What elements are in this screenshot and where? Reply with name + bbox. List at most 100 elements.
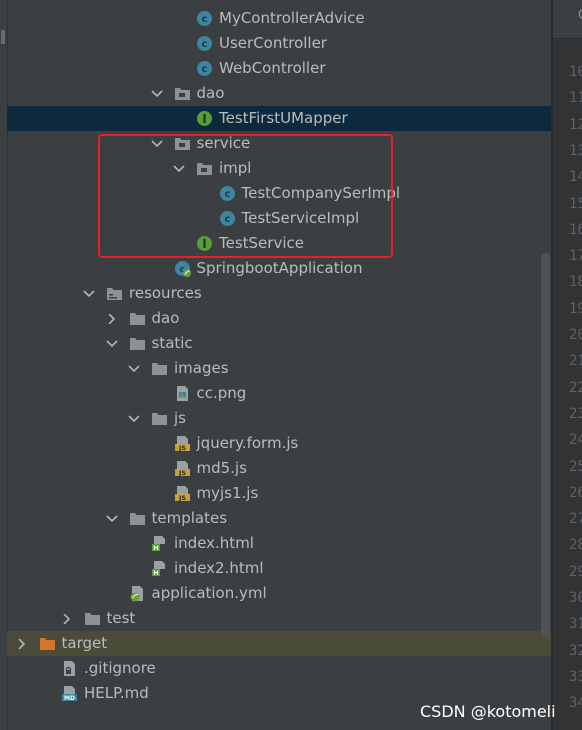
tree-row[interactable]: JS myjs1.js bbox=[7, 481, 551, 506]
svg-text:H: H bbox=[153, 569, 158, 577]
tree-row[interactable]: TestService bbox=[7, 231, 551, 256]
folder-icon bbox=[84, 610, 101, 627]
html-file-icon: H bbox=[151, 560, 168, 577]
line-number: 14 bbox=[569, 169, 582, 186]
js-file-icon: JS bbox=[174, 485, 191, 502]
tree-row-label: jquery.form.js bbox=[196, 434, 299, 452]
line-number: 23 bbox=[569, 405, 582, 422]
tree-row[interactable]: impl bbox=[7, 156, 551, 181]
line-number: 26 bbox=[569, 484, 582, 501]
svg-text:JS: JS bbox=[177, 469, 185, 477]
svg-text:c: c bbox=[224, 214, 230, 225]
chevron-down-icon[interactable] bbox=[128, 356, 140, 381]
project-tree[interactable]: c MyControllerAdvice c UserController c WebCo… bbox=[7, 6, 551, 706]
line-number: 34 bbox=[569, 695, 582, 712]
tree-row[interactable]: templates bbox=[7, 506, 551, 531]
chevron-down-icon[interactable] bbox=[150, 131, 163, 156]
tree-row-label: UserController bbox=[219, 34, 327, 52]
tree-row[interactable]: Hindex.html bbox=[7, 531, 551, 556]
package-icon bbox=[174, 85, 191, 102]
tree-row-label: images bbox=[174, 359, 229, 377]
js-file-icon: JS bbox=[174, 435, 191, 452]
tree-row[interactable]: JS md5.js bbox=[7, 456, 551, 481]
line-number: 29 bbox=[569, 563, 582, 580]
line-number: 28 bbox=[569, 537, 582, 554]
editor-tab-label[interactable]: G bbox=[578, 8, 582, 23]
line-number: 18 bbox=[569, 274, 582, 291]
line-number: 30 bbox=[569, 590, 582, 606]
tree-row[interactable]: c MyControllerAdvice bbox=[7, 6, 551, 31]
strip-marker bbox=[1, 30, 5, 44]
tree-row[interactable]: target bbox=[7, 631, 551, 656]
scrollbar-thumb[interactable] bbox=[541, 253, 550, 637]
tree-row[interactable]: images bbox=[7, 356, 551, 381]
tree-row-label: TestFirstUMapper bbox=[219, 109, 348, 127]
tree-row[interactable]: c WebController bbox=[7, 56, 551, 81]
gitignore-file-icon bbox=[61, 660, 78, 677]
excluded-folder-icon bbox=[39, 635, 56, 652]
tree-row-label: dao bbox=[151, 309, 180, 327]
line-number: 17 bbox=[569, 248, 582, 265]
svg-text:c: c bbox=[202, 64, 208, 75]
tree-row[interactable]: test bbox=[7, 606, 551, 631]
chevron-right-icon[interactable] bbox=[16, 631, 28, 656]
folder-icon bbox=[129, 335, 146, 352]
tree-row-label: target bbox=[61, 634, 108, 652]
chevron-down-icon[interactable] bbox=[83, 281, 95, 306]
line-number: 19 bbox=[569, 300, 582, 317]
chevron-right-icon[interactable] bbox=[106, 306, 118, 331]
line-number: 32 bbox=[569, 642, 582, 659]
chevron-right-icon[interactable] bbox=[61, 606, 73, 631]
tree-row[interactable]: static bbox=[7, 331, 551, 356]
java-class-icon: c bbox=[196, 35, 213, 52]
tree-row[interactable]: .gitignore bbox=[7, 656, 551, 681]
line-number: 10 bbox=[569, 64, 582, 80]
folder-icon bbox=[151, 410, 168, 427]
java-class-icon: c bbox=[219, 210, 236, 227]
svg-text:MD: MD bbox=[64, 695, 75, 702]
java-class-icon: c bbox=[196, 60, 213, 77]
tree-row-label: MyControllerAdvice bbox=[219, 9, 365, 27]
watermark: CSDN @kotomeli bbox=[420, 702, 556, 721]
line-number: 33 bbox=[569, 668, 582, 685]
chevron-down-icon[interactable] bbox=[150, 81, 163, 106]
tree-row-label: HELP.md bbox=[84, 684, 149, 702]
tree-row-label: static bbox=[151, 334, 193, 352]
line-number: 25 bbox=[569, 458, 582, 475]
tree-row-label: WebController bbox=[219, 59, 326, 77]
tree-row[interactable]: TestFirstUMapper bbox=[7, 106, 551, 131]
tree-row[interactable]: c UserController bbox=[7, 31, 551, 56]
tree-row-label: TestCompanySerImpl bbox=[241, 184, 401, 202]
tree-row[interactable]: cc.png bbox=[7, 381, 551, 406]
tree-row[interactable]: JS jquery.form.js bbox=[7, 431, 551, 456]
tree-row[interactable]: service bbox=[7, 131, 551, 156]
chevron-down-icon[interactable] bbox=[105, 506, 118, 531]
svg-text:c: c bbox=[224, 189, 230, 200]
line-number: 27 bbox=[569, 511, 582, 528]
tree-row[interactable]: c TestCompanySerImpl bbox=[7, 181, 551, 206]
tree-row[interactable]: application.yml bbox=[7, 581, 551, 606]
tree-row-label: application.yml bbox=[151, 584, 267, 602]
line-number: 12 bbox=[569, 116, 582, 133]
tree-row[interactable]: dao bbox=[7, 306, 551, 331]
tree-row[interactable]: Hindex2.html bbox=[7, 556, 551, 581]
tree-row[interactable]: dao bbox=[7, 81, 551, 106]
tree-row[interactable]: c SpringbootApplication bbox=[7, 256, 551, 281]
java-interface-icon bbox=[196, 235, 213, 252]
editor-tab-strip[interactable]: G bbox=[553, 0, 582, 39]
chevron-down-icon[interactable] bbox=[105, 331, 118, 356]
tree-row-label: js bbox=[174, 409, 186, 427]
project-tool-window: c MyControllerAdvice c UserController c WebCo… bbox=[0, 0, 582, 730]
tree-row[interactable]: c TestServiceImpl bbox=[7, 206, 551, 231]
chevron-down-icon[interactable] bbox=[173, 156, 185, 181]
tree-row[interactable]: resources bbox=[7, 281, 551, 306]
image-file-icon bbox=[174, 385, 191, 402]
line-number: 11 bbox=[569, 90, 582, 107]
spring-boot-app-icon: c bbox=[174, 260, 191, 277]
tree-row[interactable]: js bbox=[7, 406, 551, 431]
svg-text:c: c bbox=[202, 14, 208, 25]
tree-row-label: myjs1.js bbox=[196, 484, 259, 502]
chevron-down-icon[interactable] bbox=[128, 406, 140, 431]
svg-text:JS: JS bbox=[177, 494, 185, 502]
folder-icon bbox=[129, 310, 146, 327]
